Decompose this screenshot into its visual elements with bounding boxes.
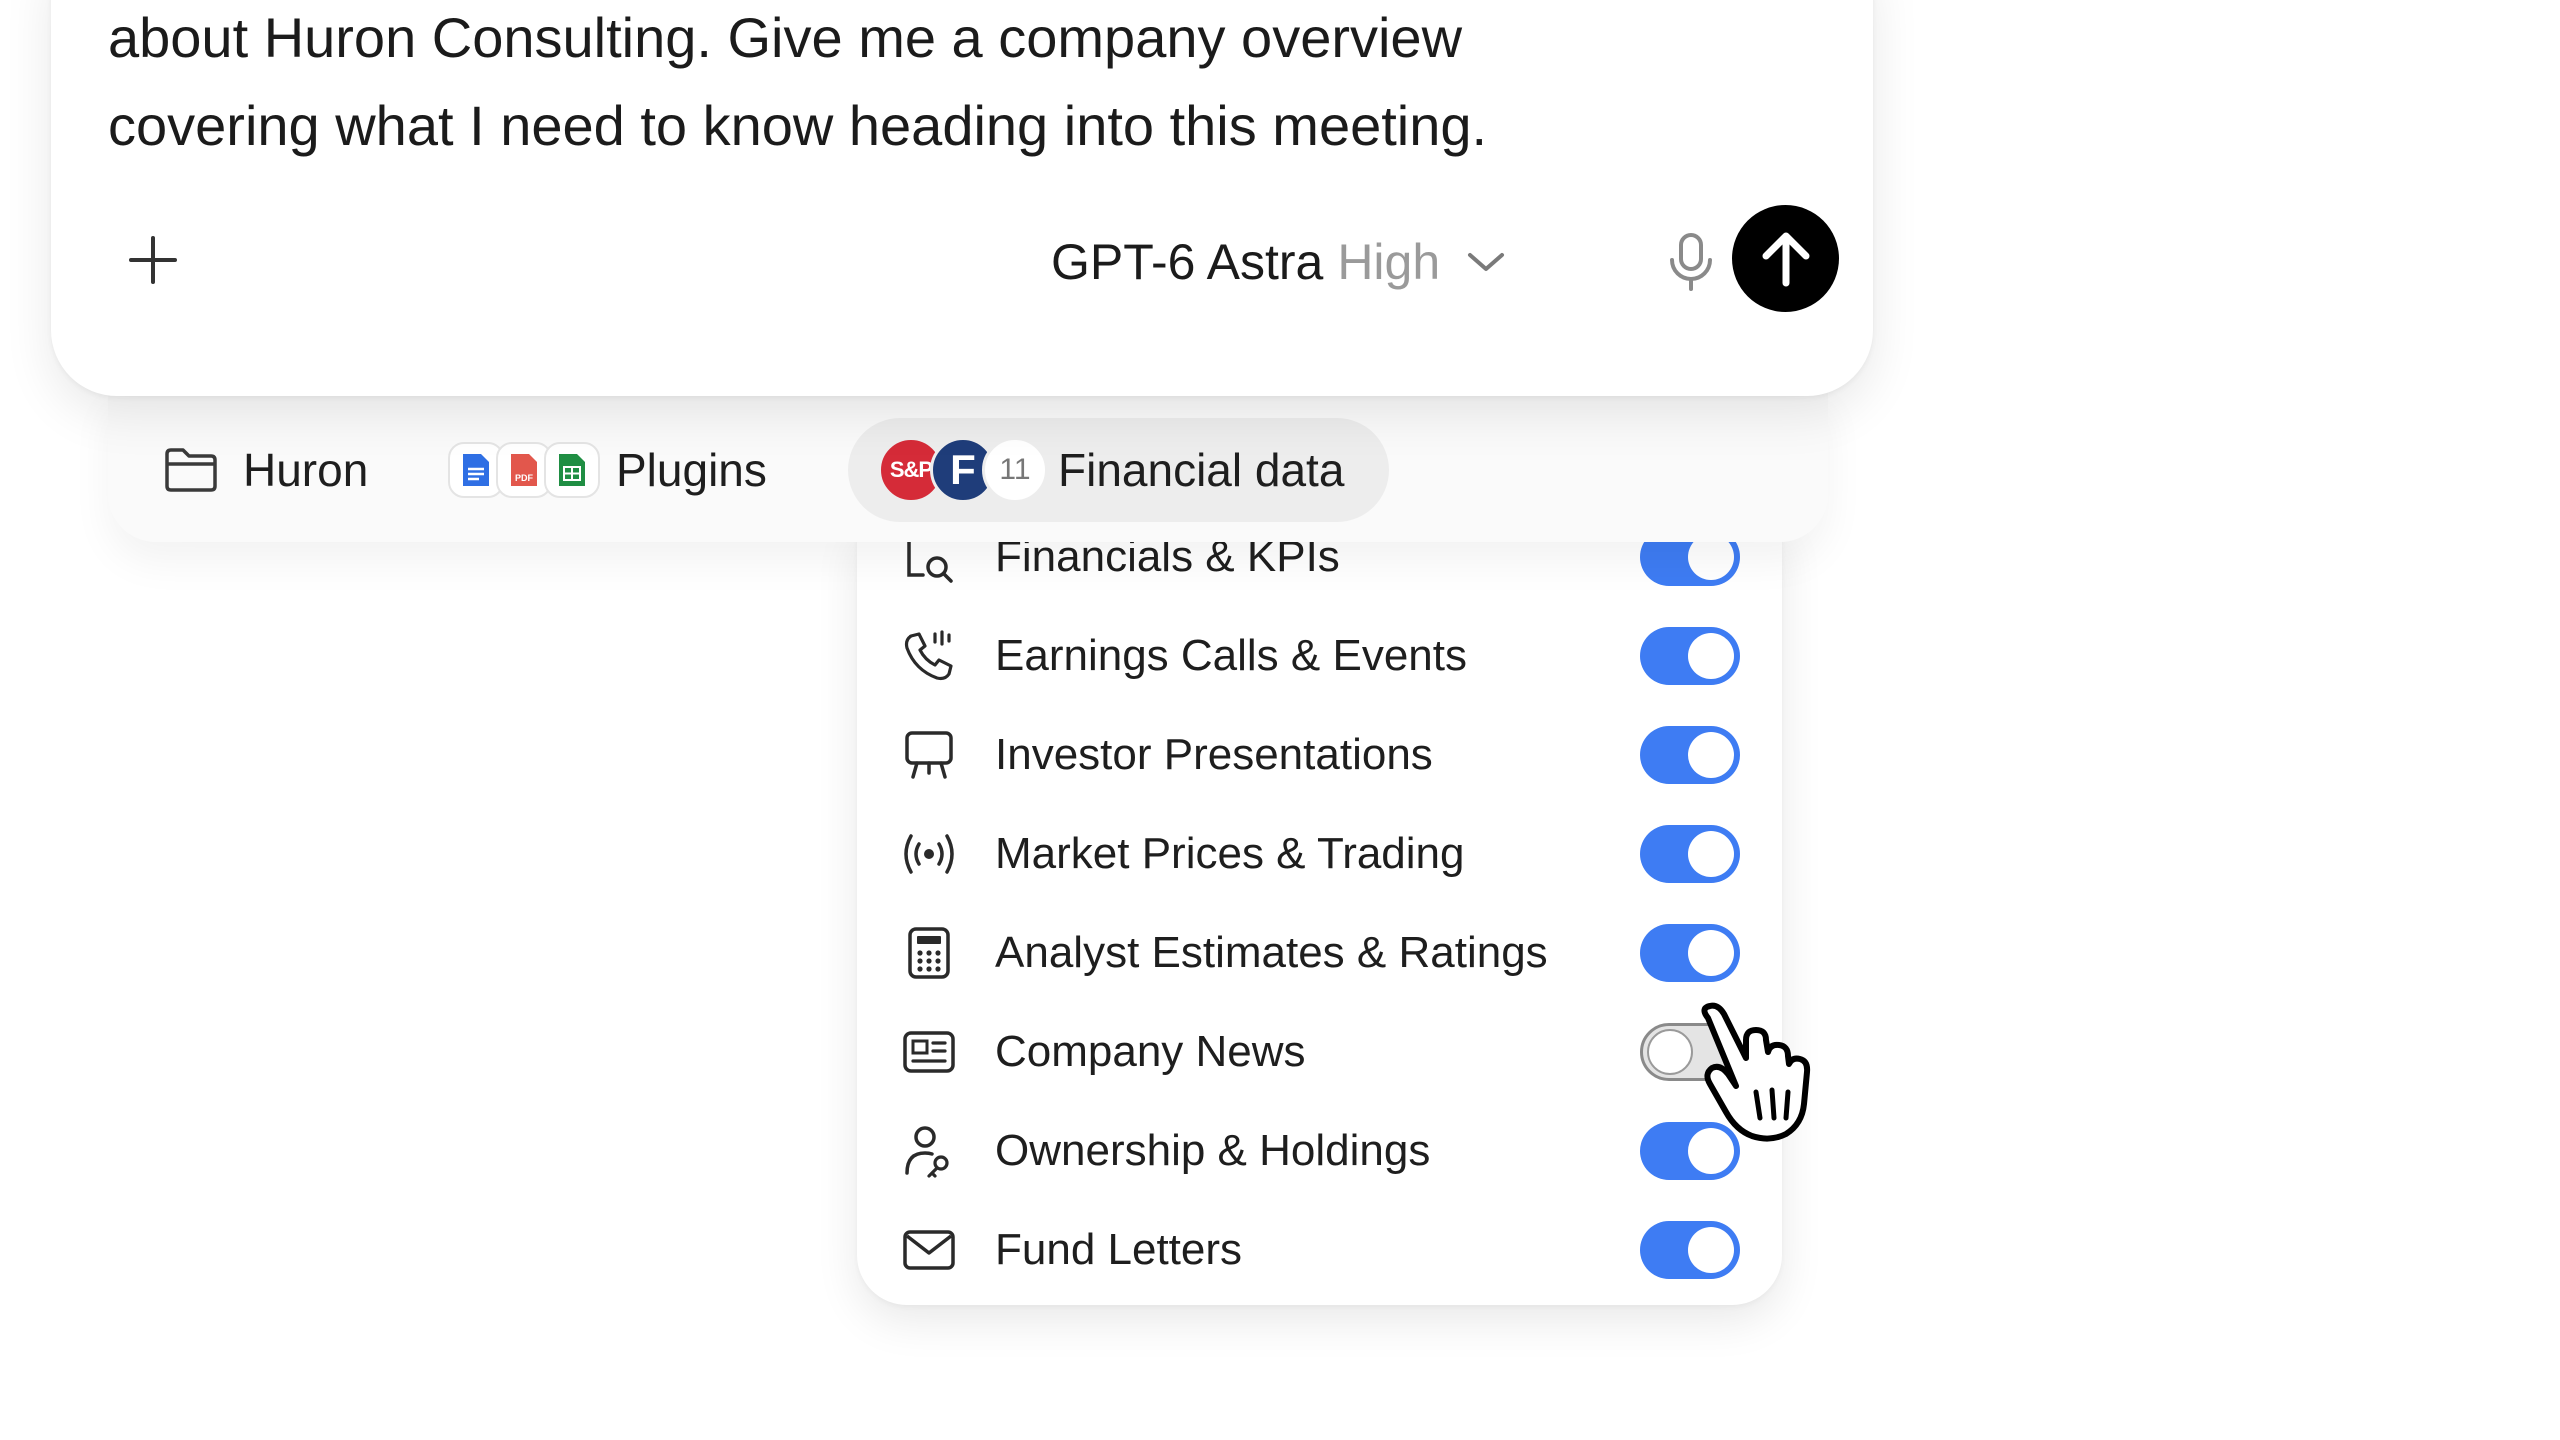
menu-item-label: Company News — [995, 1026, 1306, 1076]
toggle-knob — [1647, 1028, 1693, 1075]
model-selector[interactable]: GPT-6 Astra High — [1051, 222, 1506, 302]
toggle-knob — [1688, 731, 1734, 778]
source-count-badge: 11 — [982, 437, 1048, 503]
model-name: GPT-6 Astra — [1051, 234, 1324, 290]
send-button[interactable] — [1732, 205, 1839, 312]
menu-item-fund-letters[interactable]: Fund Letters — [857, 1200, 1782, 1299]
financial-data-menu: Financials & KPIs Earnings Calls & Event… — [857, 525, 1782, 1305]
microphone-button[interactable] — [1651, 222, 1731, 302]
phone-call-icon — [899, 626, 959, 686]
add-attachment-button[interactable] — [113, 220, 193, 300]
financial-data-chip[interactable]: S&P F 11 Financial data — [848, 418, 1390, 522]
presentation-icon — [899, 725, 959, 785]
menu-item-label: Earnings Calls & Events — [995, 630, 1467, 680]
toggle-company-news[interactable] — [1640, 1022, 1740, 1081]
broadcast-icon — [899, 824, 959, 884]
toggle-analyst-estimates[interactable] — [1640, 923, 1740, 982]
sheets-icon — [544, 442, 600, 498]
menu-item-analyst-estimates[interactable]: Analyst Estimates & Ratings — [857, 903, 1782, 1002]
toggle-knob — [1688, 1226, 1734, 1273]
toggle-knob — [1688, 1127, 1734, 1174]
toggle-ownership-holdings[interactable] — [1640, 1121, 1740, 1180]
menu-item-earnings-calls[interactable]: Earnings Calls & Events — [857, 606, 1782, 705]
chevron-down-icon — [1466, 250, 1506, 274]
plugins-chip[interactable]: PDF Plugins — [448, 418, 767, 522]
project-chip[interactable]: Huron — [163, 418, 368, 522]
toggle-knob — [1688, 830, 1734, 877]
calculator-icon — [899, 923, 959, 983]
context-chip-bar: Huron PDF Plugins S&P F 11 Financial dat… — [108, 390, 1828, 542]
mail-icon — [899, 1220, 959, 1280]
menu-item-company-news[interactable]: Company News — [857, 1002, 1782, 1101]
plugins-chip-label: Plugins — [616, 444, 767, 496]
toggle-knob — [1688, 929, 1734, 976]
plus-icon — [129, 236, 177, 284]
financial-data-chip-label: Financial data — [1058, 444, 1345, 496]
svg-text:PDF: PDF — [515, 473, 534, 483]
toggle-knob — [1688, 632, 1734, 679]
menu-item-label: Ownership & Holdings — [995, 1125, 1431, 1175]
project-chip-label: Huron — [243, 444, 369, 496]
toggle-earnings-calls[interactable] — [1640, 626, 1740, 685]
user-key-icon — [899, 1121, 959, 1181]
menu-item-label: Fund Letters — [995, 1224, 1243, 1274]
folder-icon — [165, 448, 217, 492]
menu-item-ownership-holdings[interactable]: Ownership & Holdings — [857, 1101, 1782, 1200]
menu-item-label: Investor Presentations — [995, 729, 1433, 779]
menu-item-investor-presentations[interactable]: Investor Presentations — [857, 705, 1782, 804]
menu-item-label: Analyst Estimates & Ratings — [995, 927, 1548, 977]
toggle-investor-presentations[interactable] — [1640, 725, 1740, 784]
menu-item-label: Market Prices & Trading — [995, 828, 1465, 878]
financial-logo-stack: S&P F 11 — [878, 437, 1048, 503]
arrow-up-icon — [1762, 232, 1809, 286]
prompt-composer: about Huron Consulting. Give me a compan… — [51, 0, 1873, 396]
news-icon — [899, 1022, 959, 1082]
menu-item-market-prices[interactable]: Market Prices & Trading — [857, 804, 1782, 903]
toggle-market-prices[interactable] — [1640, 824, 1740, 883]
app-screen: about Huron Consulting. Give me a compan… — [0, 0, 2560, 1440]
prompt-input[interactable]: about Huron Consulting. Give me a compan… — [108, 0, 1808, 170]
toggle-fund-letters[interactable] — [1640, 1220, 1740, 1279]
microphone-icon — [1670, 233, 1712, 291]
plugin-icon-stack: PDF — [448, 442, 600, 498]
model-effort: High — [1337, 234, 1441, 290]
